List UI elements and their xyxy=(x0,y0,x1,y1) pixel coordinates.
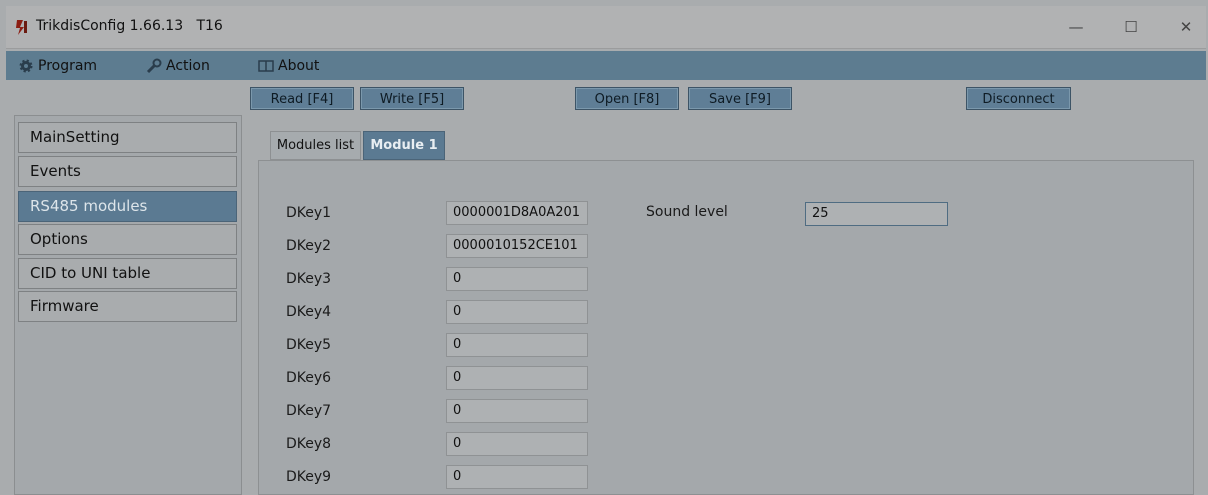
dkey3-label: DKey3 xyxy=(286,271,332,287)
sidebar-item-events[interactable]: Events xyxy=(18,156,237,187)
book-icon xyxy=(258,60,274,72)
dkey2-input[interactable]: 0000010152CE101 xyxy=(446,234,588,258)
trikdis-logo-icon xyxy=(16,20,27,35)
save-button[interactable]: Save [F9] xyxy=(688,87,792,110)
sidebar-item-firmware[interactable]: Firmware xyxy=(18,291,237,322)
dkey2-label: DKey2 xyxy=(286,238,332,254)
menu-action-label: Action xyxy=(166,58,210,74)
maximize-button[interactable]: ☐ xyxy=(1116,15,1146,39)
wrench-icon xyxy=(146,58,162,74)
menu-about[interactable]: About xyxy=(258,55,319,77)
dkey7-input[interactable]: 0 xyxy=(446,399,588,423)
title-bar: TrikdisConfig 1.66.13 T16 — ☐ ✕ xyxy=(6,6,1206,49)
menu-program-label: Program xyxy=(38,58,98,74)
sidebar: MainSetting Events RS485 modules Options… xyxy=(14,115,242,495)
dkey4-label: DKey4 xyxy=(286,304,332,320)
dkey1-input[interactable]: 0000001D8A0A201 xyxy=(446,201,588,225)
window-title: TrikdisConfig 1.66.13 T16 xyxy=(36,18,223,34)
tab-modules-list[interactable]: Modules list xyxy=(270,131,361,160)
sidebar-item-cid-to-uni-table[interactable]: CID to UNI table xyxy=(18,258,237,289)
dkey4-input[interactable]: 0 xyxy=(446,300,588,324)
sound-level-label: Sound level xyxy=(646,204,728,220)
menu-about-label: About xyxy=(278,58,320,74)
dkey1-label: DKey1 xyxy=(286,205,332,221)
tab-module-1[interactable]: Module 1 xyxy=(363,131,445,160)
disconnect-button[interactable]: Disconnect xyxy=(966,87,1071,110)
write-button[interactable]: Write [F5] xyxy=(360,87,464,110)
dkey8-label: DKey8 xyxy=(286,436,332,452)
menu-bar: Program Action About xyxy=(6,51,1206,80)
menu-action[interactable]: Action xyxy=(146,55,210,77)
dkey7-label: DKey7 xyxy=(286,403,332,419)
sidebar-item-rs485-modules[interactable]: RS485 modules xyxy=(18,191,237,222)
dkey9-input[interactable]: 0 xyxy=(446,465,588,489)
dkey6-label: DKey6 xyxy=(286,370,332,386)
minimize-button[interactable]: — xyxy=(1061,15,1091,39)
read-button[interactable]: Read [F4] xyxy=(250,87,354,110)
dkey8-input[interactable]: 0 xyxy=(446,432,588,456)
dkey9-label: DKey9 xyxy=(286,469,332,485)
dkey3-input[interactable]: 0 xyxy=(446,267,588,291)
close-button[interactable]: ✕ xyxy=(1171,15,1201,39)
menu-program[interactable]: Program xyxy=(18,55,97,77)
open-button[interactable]: Open [F8] xyxy=(575,87,679,110)
dkey6-input[interactable]: 0 xyxy=(446,366,588,390)
dkey5-label: DKey5 xyxy=(286,337,332,353)
gear-icon xyxy=(19,59,33,73)
sound-level-input[interactable]: 25 xyxy=(805,202,948,226)
sidebar-item-mainsetting[interactable]: MainSetting xyxy=(18,122,237,153)
dkey5-input[interactable]: 0 xyxy=(446,333,588,357)
sidebar-item-options[interactable]: Options xyxy=(18,224,237,255)
